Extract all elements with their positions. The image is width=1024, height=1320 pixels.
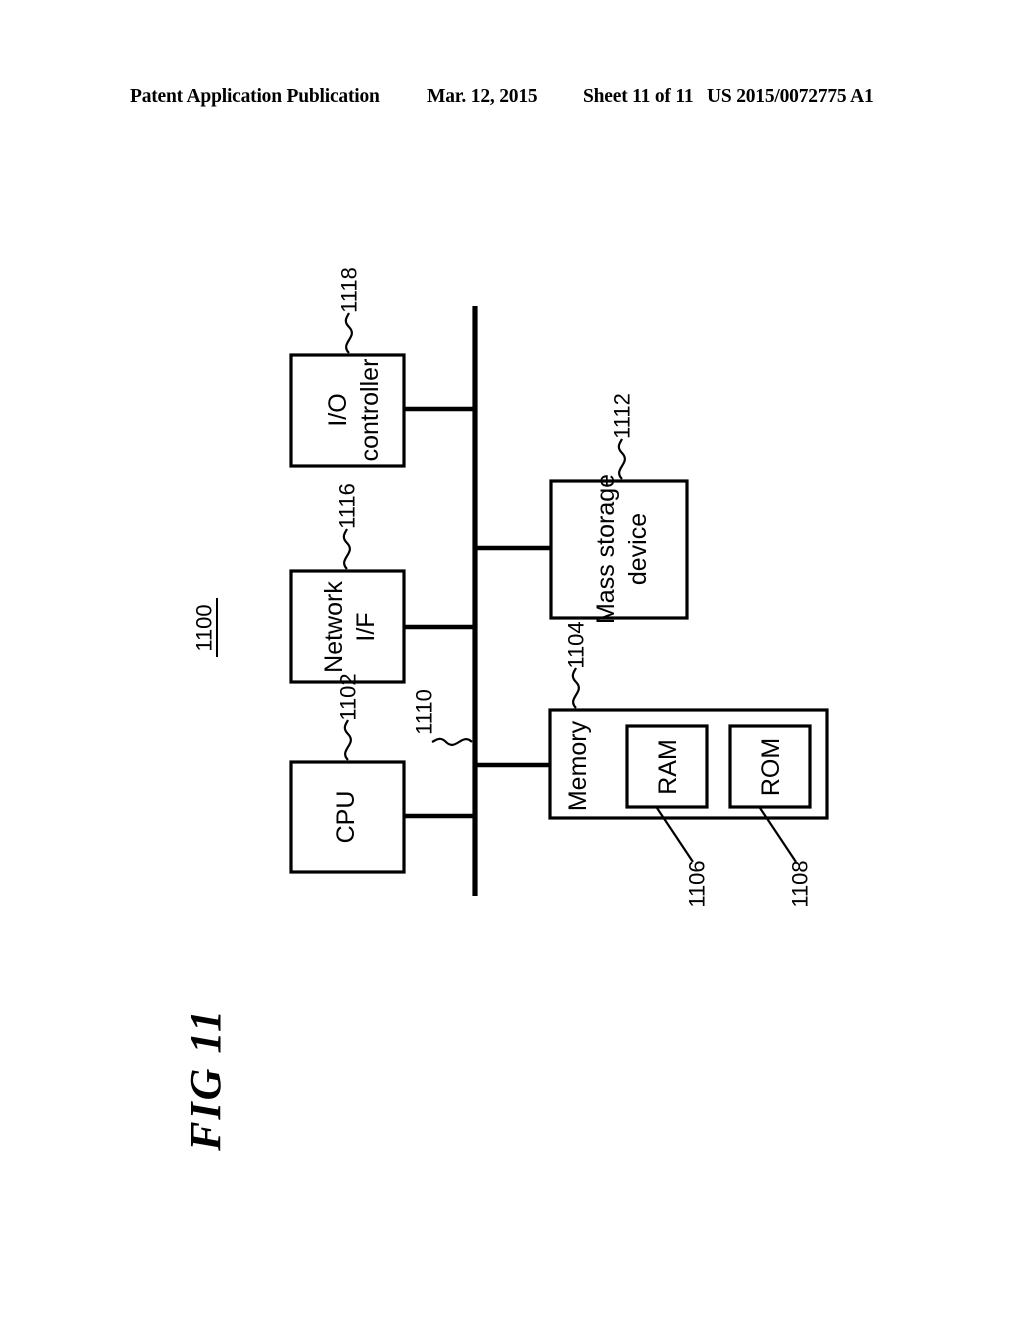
patent-drawing-page: Patent Application Publication Mar. 12, …: [0, 0, 1024, 1320]
block-mass-storage: Mass storage device 1112: [473, 393, 689, 624]
system-reference-label: 1100: [192, 604, 217, 651]
bus-leader-squiggle: [431, 737, 473, 746]
block-memory: Memory 1104 RAM 1106 ROM 1108: [473, 621, 829, 908]
io-controller-reference-label: 1118: [337, 267, 362, 313]
io-controller-label-line2: controller: [356, 359, 384, 462]
io-controller-leader-squiggle: [344, 312, 353, 354]
io-controller-label-line1: I/O: [324, 393, 352, 426]
network-if-label-line1: Network: [320, 581, 348, 673]
mass-storage-label-line2: device: [624, 513, 652, 585]
system-reference-1100: 1100: [192, 598, 218, 657]
memory-leader-squiggle: [571, 667, 580, 709]
cpu-reference-label: 1102: [336, 673, 361, 720]
ram-label: RAM: [654, 739, 682, 795]
block-diagram: 1100 1110 I/O controller 1118 Network I/…: [192, 267, 829, 908]
bus-reference-label: 1110: [412, 689, 437, 735]
memory-reference-label: 1104: [564, 621, 589, 668]
block-network-if: Network I/F 1116: [289, 483, 477, 684]
memory-label: Memory: [564, 720, 592, 811]
cpu-label: CPU: [332, 791, 360, 844]
network-if-label-line2: I/F: [352, 612, 380, 641]
block-io-controller: I/O controller 1118: [289, 267, 477, 468]
ram-reference-label: 1106: [685, 860, 710, 907]
mass-storage-leader-squiggle: [617, 438, 626, 480]
block-cpu: CPU 1102: [289, 673, 477, 874]
cpu-leader-squiggle: [343, 719, 352, 761]
network-if-leader-squiggle: [342, 528, 351, 570]
mass-storage-reference-label: 1112: [610, 393, 635, 439]
rom-reference-label: 1108: [788, 860, 813, 907]
rom-label: ROM: [757, 738, 785, 796]
network-if-reference-label: 1116: [335, 483, 360, 529]
system-bus: 1110: [412, 306, 478, 896]
mass-storage-label-line1: Mass storage: [592, 474, 620, 624]
